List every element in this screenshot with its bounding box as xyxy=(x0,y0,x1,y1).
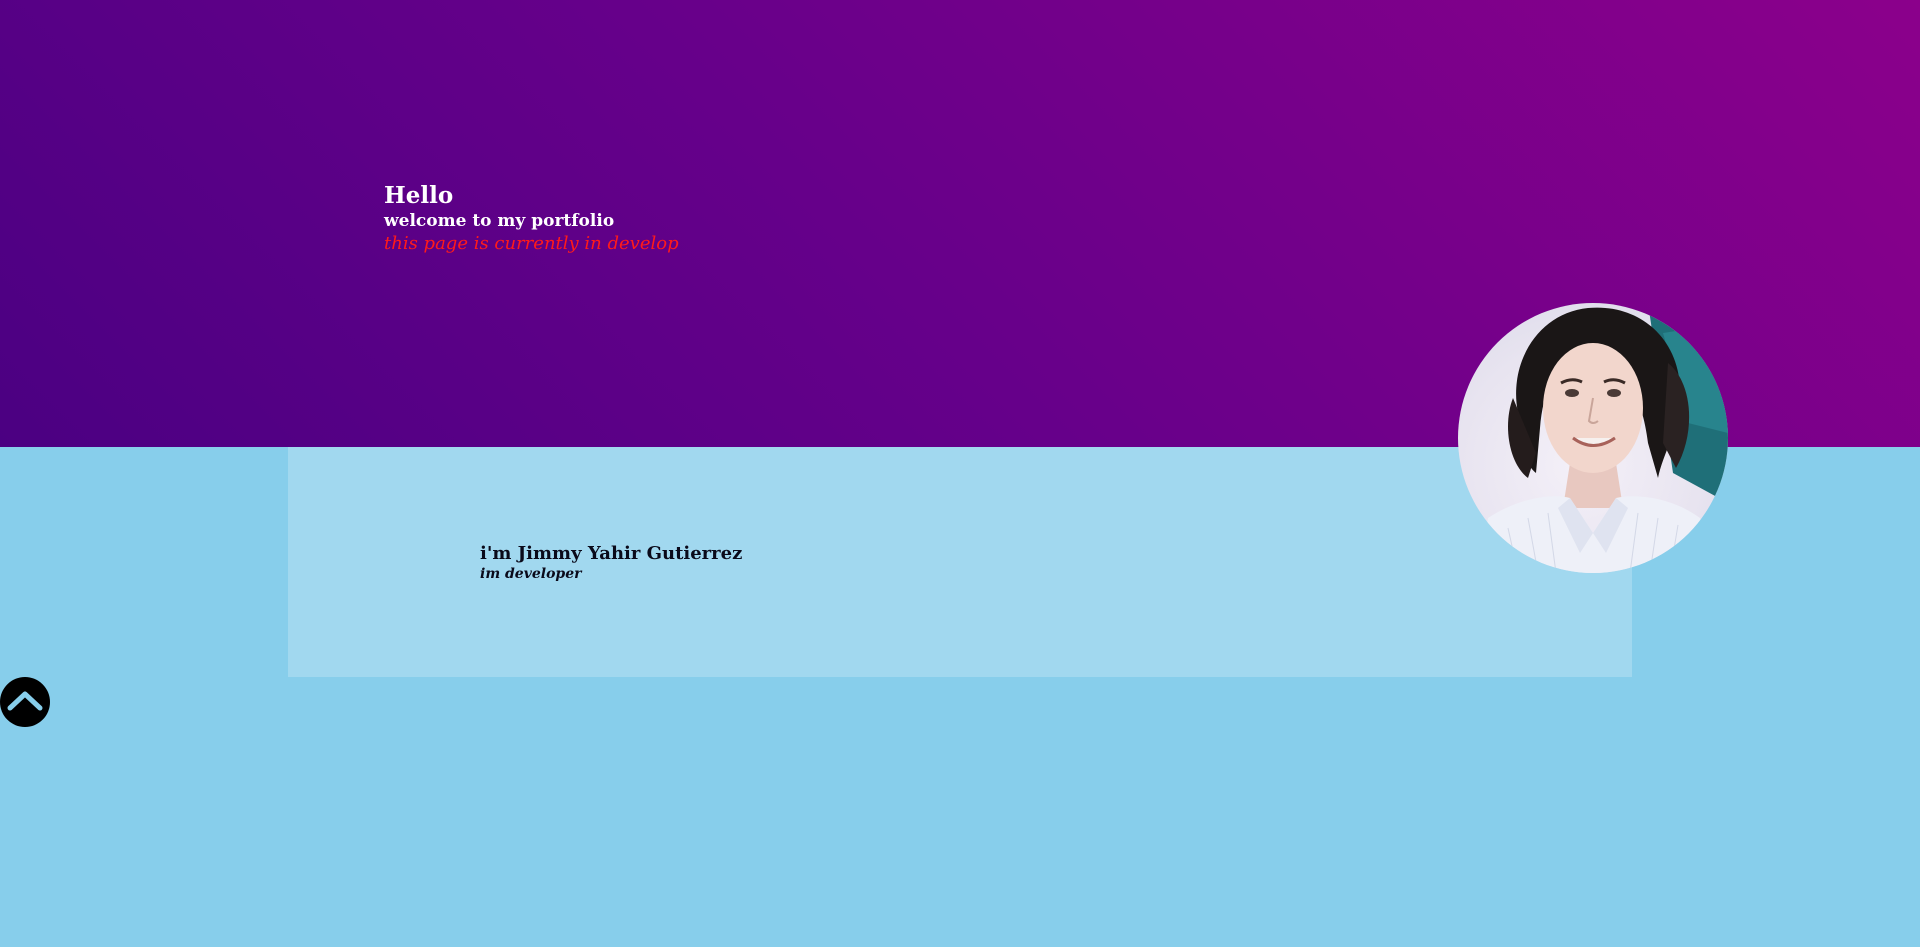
scroll-to-top-button[interactable] xyxy=(0,677,50,727)
about-text-block: i'm Jimmy Yahir Gutierrez im developer xyxy=(480,543,742,583)
about-role: im developer xyxy=(480,566,582,582)
hero-welcome: welcome to my portfolio xyxy=(384,211,615,231)
chevron-up-icon xyxy=(7,691,43,711)
development-notice: this page is currently in develop xyxy=(384,233,679,254)
about-card: i'm Jimmy Yahir Gutierrez im developer xyxy=(288,447,1632,677)
hero-greeting: Hello xyxy=(384,182,454,209)
hero-text-block: Hello welcome to my portfolio this page … xyxy=(384,182,679,256)
about-name: i'm Jimmy Yahir Gutierrez xyxy=(480,543,743,564)
avatar xyxy=(1458,303,1728,573)
avatar-photo xyxy=(1478,303,1728,573)
